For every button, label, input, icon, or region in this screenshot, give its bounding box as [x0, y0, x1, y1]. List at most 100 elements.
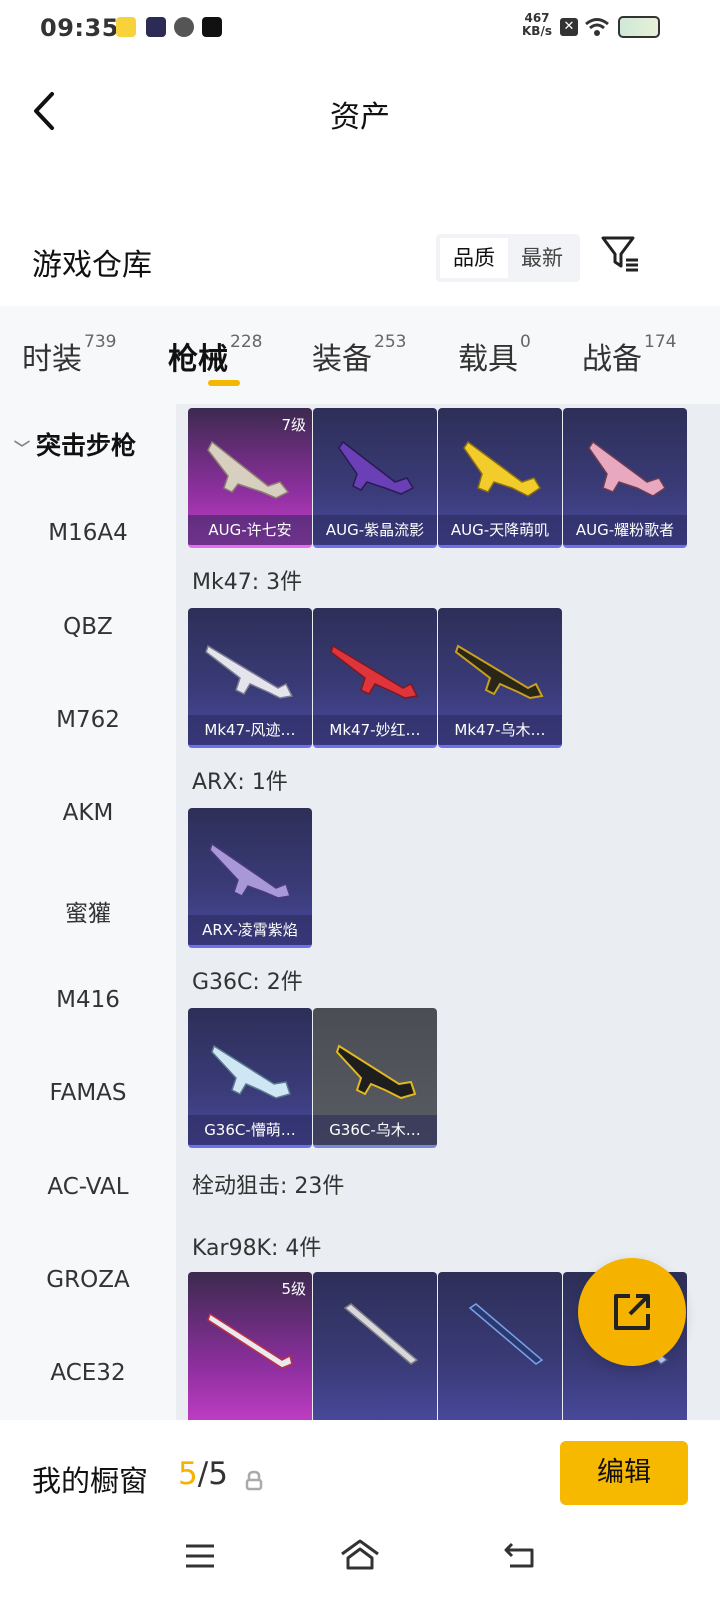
tab-label: 战备 [582, 342, 642, 377]
sidebar-item-honey-badger[interactable]: 蜜獾 [0, 894, 176, 928]
weapon-card[interactable]: ARX-凌霄紫焰 [188, 808, 312, 948]
weapon-sidebar: ﹀ 突击步枪 M16A4 QBZ M762 AKM 蜜獾 M416 FAMAS A… [0, 404, 176, 1420]
tab-count: 739 [84, 332, 117, 352]
weapon-card[interactable]: AUG-耀粉歌者 [563, 408, 687, 548]
sidebar-item-famas[interactable]: FAMAS [0, 1080, 176, 1106]
weapon-skin-image [330, 644, 419, 699]
skin-name: AUG-紫晶流影 [313, 515, 437, 545]
sidebar-item-akm[interactable]: AKM [0, 800, 176, 826]
skin-name: Mk47-乌木… [438, 715, 562, 745]
group-heading: G36C: 2件 [192, 970, 303, 995]
skin-level: 7级 [281, 416, 306, 434]
page-title: 资产 [330, 100, 390, 135]
skin-name: ARX-凌霄紫焰 [188, 915, 312, 945]
network-speed: 467 KB/s [522, 12, 552, 38]
weapon-skin-image [468, 1303, 544, 1365]
showcase-count: 5/5 [178, 1456, 228, 1492]
section-heading: 栓动狙击: 23件 [192, 1174, 345, 1199]
tab-equipment[interactable]: 装备 253 [312, 332, 407, 378]
skin-name: AUG-耀粉歌者 [563, 515, 687, 545]
weapon-card[interactable]: 5级 [188, 1272, 312, 1420]
weapon-skin-image [343, 1303, 419, 1365]
group-heading: Kar98K: 4件 [192, 1236, 322, 1261]
meituan-icon [116, 17, 136, 37]
skin-name: Mk47-风迹… [188, 715, 312, 745]
menu-icon[interactable] [184, 1542, 216, 1570]
sort-quality-option[interactable]: 品质 [440, 238, 508, 278]
active-tab-indicator [208, 380, 240, 386]
sidebar-item-ace32[interactable]: ACE32 [0, 1360, 176, 1386]
share-external-icon [614, 1294, 650, 1330]
weapon-card[interactable]: Mk47-妙红… [313, 608, 437, 748]
weapon-skin-image [454, 644, 544, 700]
weapon-skin-image [335, 1044, 417, 1100]
weapon-card[interactable]: Mk47-风迹… [188, 608, 312, 748]
sidebar-item-m16a4[interactable]: M16A4 [0, 520, 176, 546]
tab-fashion[interactable]: 时装 739 [22, 332, 117, 378]
category-tabs: 时装 739 枪械 228 装备 253 载具 0 战备 174 [0, 306, 720, 404]
status-bar: 09:35 467 KB/s ✕ [0, 0, 720, 56]
back-nav-icon[interactable] [502, 1540, 536, 1570]
edit-button[interactable]: 编辑 [560, 1441, 688, 1505]
export-fab-button[interactable] [578, 1258, 686, 1366]
tab-vehicles[interactable]: 载具 0 [458, 332, 531, 378]
weapon-skin-image [463, 440, 542, 497]
skin-name: Mk47-妙红… [313, 715, 437, 745]
showcase-used: 5 [178, 1456, 198, 1492]
status-time: 09:35 [40, 14, 119, 42]
sidebar-category-label: 突击步枪 [36, 431, 137, 460]
tab-count: 0 [520, 332, 531, 352]
video-app-icon [146, 17, 166, 37]
weapon-card[interactable]: G36C-乌木… [313, 1008, 437, 1148]
tab-count: 228 [230, 332, 263, 352]
sidebar-item-groza[interactable]: GROZA [0, 1267, 176, 1293]
weapon-card[interactable]: AUG-紫晶流影 [313, 408, 437, 548]
weapon-card[interactable]: Mk47-乌木… [438, 608, 562, 748]
wifi-icon [585, 18, 609, 36]
skin-name: AUG-许七安 [188, 515, 312, 545]
tab-supplies[interactable]: 战备 174 [582, 332, 677, 378]
weapon-card[interactable]: 7级 AUG-许七安 [188, 408, 312, 548]
sidebar-category-assault-rifle[interactable]: ﹀ 突击步枪 [14, 426, 176, 462]
tab-firearms[interactable]: 枪械 228 [168, 332, 263, 378]
weapon-card[interactable]: AUG-天降萌叽 [438, 408, 562, 548]
tab-label: 枪械 [168, 342, 228, 377]
network-speed-unit: KB/s [522, 24, 552, 38]
skin-name: G36C-懵萌… [188, 1115, 312, 1145]
weapon-skin-image [588, 440, 667, 497]
warehouse-title: 游戏仓库 [32, 248, 152, 283]
sync-app-icon [174, 17, 194, 37]
filter-icon[interactable] [600, 232, 642, 274]
sort-latest-option[interactable]: 最新 [508, 238, 576, 278]
system-nav-bar [0, 1520, 720, 1612]
showcase-separator: / [197, 1456, 209, 1492]
group-heading: ARX: 1件 [192, 770, 288, 795]
lock-icon [245, 1470, 263, 1491]
weapon-skin-image [207, 440, 290, 499]
home-icon[interactable] [338, 1538, 382, 1572]
skin-name: G36C-乌木… [313, 1115, 437, 1145]
chevron-down-icon: ﹀ [14, 439, 31, 458]
weapon-skin-image [211, 1044, 291, 1099]
showcase-label: 我的橱窗 [32, 1464, 149, 1498]
tiktok-icon [202, 17, 222, 37]
sidebar-item-m762[interactable]: M762 [0, 707, 176, 733]
weapon-skin-image [209, 842, 291, 899]
weapon-card[interactable]: G36C-懵萌… [188, 1008, 312, 1148]
skin-level: 5级 [281, 1280, 306, 1298]
weapon-skin-image [207, 1312, 293, 1369]
sidebar-item-qbz[interactable]: QBZ [0, 614, 176, 640]
sidebar-item-m416[interactable]: M416 [0, 987, 176, 1013]
weapon-card[interactable] [313, 1272, 437, 1420]
showcase-total: 5 [208, 1456, 228, 1492]
battery-icon [618, 16, 660, 38]
tab-label: 装备 [312, 342, 372, 377]
weapon-skin-image [205, 644, 294, 699]
tab-count: 253 [374, 332, 407, 352]
group-heading: Mk47: 3件 [192, 570, 303, 595]
tab-label: 载具 [458, 342, 518, 377]
weapon-card[interactable] [438, 1272, 562, 1420]
sidebar-item-ac-val[interactable]: AC-VAL [0, 1174, 176, 1200]
no-sim-icon: ✕ [560, 18, 578, 36]
tab-count: 174 [644, 332, 677, 352]
